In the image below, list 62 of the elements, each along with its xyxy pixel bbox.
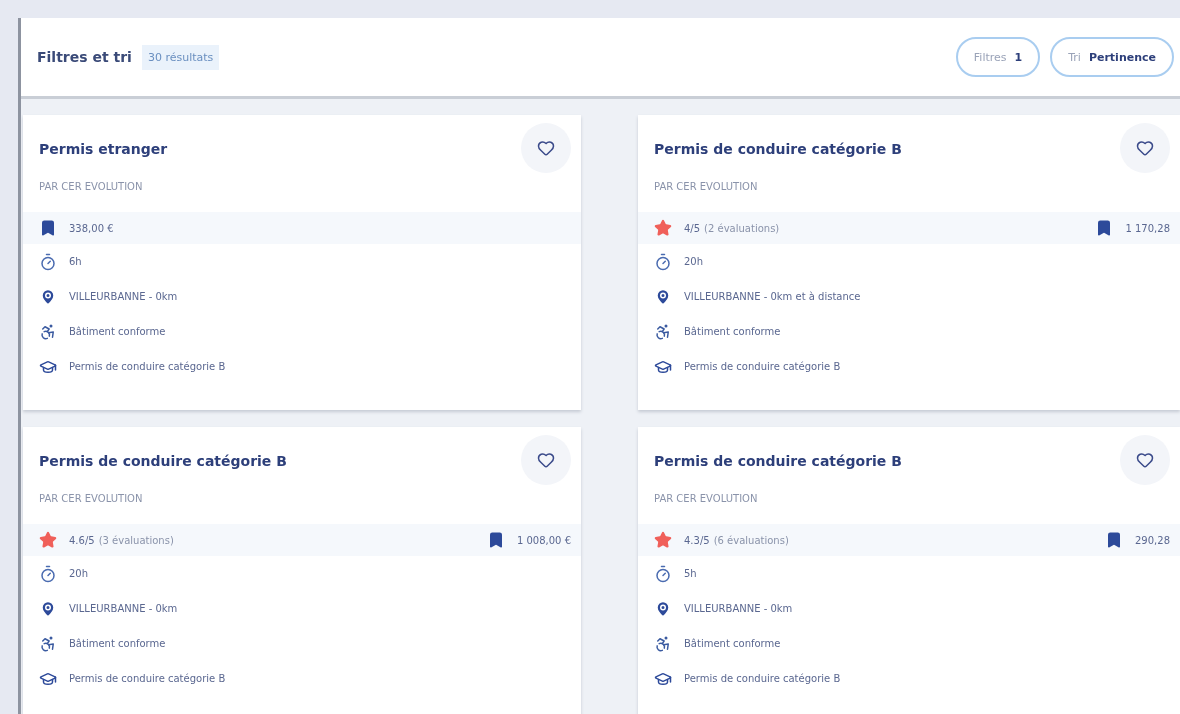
course-card[interactable]: Permis etranger PAR CER EVOLUTION 338,00 € 6h VILLEURBANNE - 0km Bâtiment conforme Permis de conduire catégorie B (23, 115, 581, 410)
filter-title: Filtres et tri (37, 49, 132, 65)
favorite-button[interactable] (1120, 123, 1170, 173)
provider-name: PAR CER EVOLUTION (38, 492, 144, 506)
detail-text: 20h (69, 568, 89, 579)
star-icon (39, 531, 57, 549)
rating: 4/5 (2 évaluations) (684, 222, 780, 234)
detail-text: Permis de conduire catégorie B (684, 361, 841, 372)
filters-button[interactable]: Filtres 1 (955, 37, 1041, 77)
star-icon (654, 531, 672, 549)
detail-text: Bâtiment conforme (684, 638, 781, 649)
favorite-button[interactable] (521, 435, 571, 485)
detail-text: 5h (684, 568, 697, 579)
detail-text: VILLEURBANNE - 0km et à distance (684, 291, 861, 302)
price: 290,28 (1135, 534, 1170, 546)
wheelchair-icon (39, 322, 57, 341)
star-icon (654, 219, 672, 237)
detail-text: Permis de conduire catégorie B (684, 673, 841, 684)
price: 1 170,28 (1125, 222, 1170, 234)
course-card[interactable]: Permis de conduire catégorie B PAR CER EVOLUTION 4.6/5 (3 évaluations) 1 008,00 € 20h VILLEURBANNE - 0km Bâtiment conforme Permis de conduire catégorie B (23, 427, 581, 714)
detail-text: Bâtiment conforme (684, 326, 781, 337)
detail-text: VILLEURBANNE - 0km (69, 291, 178, 302)
provider-name: PAR CER EVOLUTION (653, 492, 759, 506)
map-pin-icon (654, 287, 672, 306)
map-pin-icon (39, 599, 57, 618)
rating: 4.6/5 (3 évaluations) (69, 534, 174, 546)
wheelchair-icon (39, 634, 57, 653)
detail-text: Bâtiment conforme (69, 326, 166, 337)
course-title: Permis etranger (39, 141, 168, 159)
timer-icon (654, 252, 672, 271)
heart-icon (537, 451, 555, 469)
course-card[interactable]: Permis de conduire catégorie B PAR CER EVOLUTION 4/5 (2 évaluations) 1 170,28 20h VILLEURBANNE - 0km et à distance Bâtiment conforme Permis de conduire catégorie B (638, 115, 1180, 410)
heart-icon (1136, 139, 1154, 157)
course-title: Permis de conduire catégorie B (654, 141, 902, 159)
timer-icon (654, 564, 672, 583)
heart-icon (1136, 451, 1154, 469)
price: 338,00 € (69, 222, 114, 234)
rating: 4.3/5 (6 évaluations) (684, 534, 789, 546)
price: 1 008,00 € (516, 534, 571, 546)
results-count: 30 résultats (141, 44, 220, 70)
map-pin-icon (39, 287, 57, 306)
wheelchair-icon (654, 322, 672, 341)
heart-icon (537, 139, 555, 157)
timer-icon (39, 252, 57, 271)
detail-text: 6h (69, 256, 82, 267)
provider-name: PAR CER EVOLUTION (38, 180, 144, 194)
map-pin-icon (654, 599, 672, 618)
course-title: Permis de conduire catégorie B (39, 453, 287, 471)
detail-text: VILLEURBANNE - 0km (69, 603, 178, 614)
provider-name: PAR CER EVOLUTION (653, 180, 759, 194)
sort-button[interactable]: Tri Pertinence (1050, 37, 1174, 77)
course-title: Permis de conduire catégorie B (654, 453, 902, 471)
detail-text: Permis de conduire catégorie B (69, 361, 226, 372)
detail-text: Permis de conduire catégorie B (69, 673, 226, 684)
detail-text: Bâtiment conforme (69, 638, 166, 649)
timer-icon (39, 564, 57, 583)
detail-text: 20h (684, 256, 704, 267)
course-card[interactable]: Permis de conduire catégorie B PAR CER EVOLUTION 4.3/5 (6 évaluations) 290,28 5h VILLEURBANNE - 0km Bâtiment conforme Permis de conduire catégorie B (638, 427, 1180, 714)
detail-text: VILLEURBANNE - 0km (684, 603, 793, 614)
favorite-button[interactable] (1120, 435, 1170, 485)
favorite-button[interactable] (521, 123, 571, 173)
wheelchair-icon (654, 634, 672, 653)
